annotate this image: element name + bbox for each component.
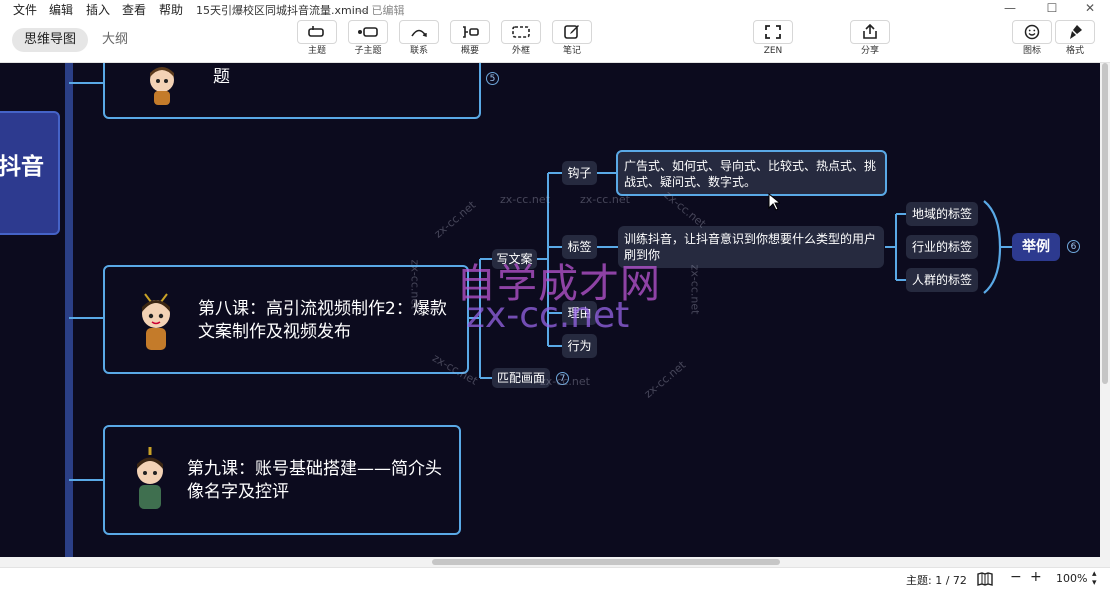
- subtopic-tag-industry[interactable]: 行业的标签: [906, 235, 978, 259]
- tab-outline[interactable]: 大纲: [102, 28, 142, 52]
- tab-mindmap[interactable]: 思维导图: [12, 28, 88, 52]
- collapse-badge[interactable]: 6: [1067, 240, 1080, 253]
- status-bar: 主题: 1 / 72 − + 100% ▴ ▾: [0, 567, 1110, 590]
- share-icon: [863, 24, 877, 39]
- horizontal-scroll-thumb[interactable]: [432, 559, 780, 565]
- subtopic-label: 子主题: [354, 46, 382, 56]
- brush-icon: [1070, 25, 1082, 39]
- share-button[interactable]: 分享: [850, 20, 890, 57]
- subtopic-hook[interactable]: 钩子: [562, 161, 597, 185]
- vertical-scrollbar[interactable]: [1100, 63, 1110, 557]
- watermark-small: zx-cc.net: [580, 193, 630, 206]
- icon-panel-button[interactable]: 图标: [1012, 20, 1052, 57]
- subtopic-tag-region[interactable]: 地域的标签: [906, 202, 978, 226]
- watermark-url: zx-cc.net: [466, 295, 630, 336]
- subtopic-tag-crowd[interactable]: 人群的标签: [906, 268, 978, 292]
- boundary-icon: [512, 26, 530, 38]
- menu-insert[interactable]: 插入: [86, 1, 110, 18]
- maximize-icon[interactable]: ☐: [1032, 0, 1072, 17]
- close-icon[interactable]: ✕: [1070, 0, 1110, 17]
- topic-icon: [308, 26, 324, 37]
- topic-hook-detail-label: 广告式、如何式、导向式、比较式、热点式、挑战式、疑问式、数字式。: [624, 159, 877, 189]
- file-state: — 已编辑: [357, 4, 405, 17]
- zen-button[interactable]: ZEN: [753, 20, 793, 57]
- summary-example[interactable]: 举例: [1012, 233, 1060, 261]
- relationship-label: 联系: [409, 46, 428, 56]
- subtopic-icon: [358, 27, 378, 37]
- character-avatar-icon: [150, 67, 174, 105]
- menu-help[interactable]: 帮助: [159, 1, 183, 18]
- zoom-out-button[interactable]: −: [1010, 569, 1022, 585]
- topic-lesson7[interactable]: 第七课：高引流视频的制作1：选题: [103, 63, 481, 119]
- menu-file[interactable]: 文件: [13, 1, 37, 18]
- icon-panel-label: 图标: [1022, 46, 1041, 56]
- topic-button[interactable]: 主题: [297, 20, 337, 57]
- zoom-stepper-icon[interactable]: ▴ ▾: [1092, 570, 1097, 588]
- format-panel-button[interactable]: 格式: [1055, 20, 1095, 57]
- relationship-icon: [411, 29, 427, 37]
- menu-edit[interactable]: 编辑: [49, 1, 73, 18]
- character-avatar-icon: [142, 293, 170, 350]
- format-panel-label: 格式: [1065, 46, 1084, 56]
- emoji-icon: [1024, 24, 1040, 40]
- relationship-button[interactable]: 联系: [399, 20, 439, 57]
- summary-icon: [463, 26, 479, 38]
- note-icon: [564, 25, 579, 39]
- vertical-scroll-thumb[interactable]: [1102, 63, 1108, 384]
- summary-button[interactable]: 概要: [450, 20, 490, 57]
- watermark-small: zx-cc.net: [500, 193, 550, 206]
- collapse-badge[interactable]: 5: [486, 72, 499, 85]
- watermark-small: zx-cc.net: [408, 259, 422, 310]
- boundary-label: 外框: [511, 46, 530, 56]
- menu-bar: 文件 编辑 插入 查看 帮助 15天引爆校区同城抖音流量.xmind — 已编辑…: [0, 0, 1110, 17]
- minimize-icon[interactable]: —: [990, 0, 1030, 17]
- topic-tag-detail-label: 训练抖音，让抖音意识到你想要什么类型的用户刷到你: [624, 232, 877, 262]
- topic-label: 主题: [307, 46, 326, 56]
- menu-view[interactable]: 查看: [122, 1, 146, 18]
- topic-lesson7-label: 第七课：高引流视频的制作1：选题: [213, 63, 462, 87]
- cursor-icon: [768, 193, 780, 211]
- character-avatar-icon: [137, 447, 163, 509]
- subtopic-action[interactable]: 行为: [562, 334, 597, 358]
- subtopic-button[interactable]: 子主题: [348, 20, 388, 57]
- zen-label: ZEN: [763, 46, 783, 56]
- horizontal-scrollbar[interactable]: [0, 557, 1110, 567]
- watermark-small: zx-cc.net: [688, 264, 702, 315]
- boundary-button[interactable]: 外框: [501, 20, 541, 57]
- zoom-level[interactable]: 100%: [1056, 572, 1087, 585]
- root-topic[interactable]: 抖音: [0, 111, 60, 235]
- note-button[interactable]: 笔记: [552, 20, 592, 57]
- summary-label: 概要: [460, 46, 479, 56]
- watermark-small: zx-cc.net: [540, 375, 590, 388]
- topic-lesson9-label: 第九课：账号基础搭建——简介头像名字及控评: [187, 459, 442, 502]
- topic-lesson9[interactable]: 第九课：账号基础搭建——简介头像名字及控评: [103, 425, 461, 535]
- file-title: 15天引爆校区同城抖音流量.xmind: [196, 4, 369, 17]
- topic-count: 主题: 1 / 72: [906, 574, 967, 587]
- root-topic-label: 抖音: [0, 154, 44, 180]
- note-label: 笔记: [562, 46, 581, 56]
- zoom-in-button[interactable]: +: [1030, 569, 1042, 585]
- share-label: 分享: [860, 46, 879, 56]
- toolbar: 思维导图 大纲 主题 子主题 联系 概要 外框 笔记 ZEN 分享 图标 格式: [0, 17, 1110, 63]
- topic-hook-detail[interactable]: 广告式、如何式、导向式、比较式、热点式、挑战式、疑问式、数字式。: [616, 150, 887, 196]
- mindmap-canvas[interactable]: 抖音 第七课：高引流视频的制作1：选题 5 第八课：高引流视频制作2：爆款文案制…: [0, 63, 1100, 557]
- zen-icon: [765, 25, 781, 39]
- book-map-icon[interactable]: [977, 572, 993, 586]
